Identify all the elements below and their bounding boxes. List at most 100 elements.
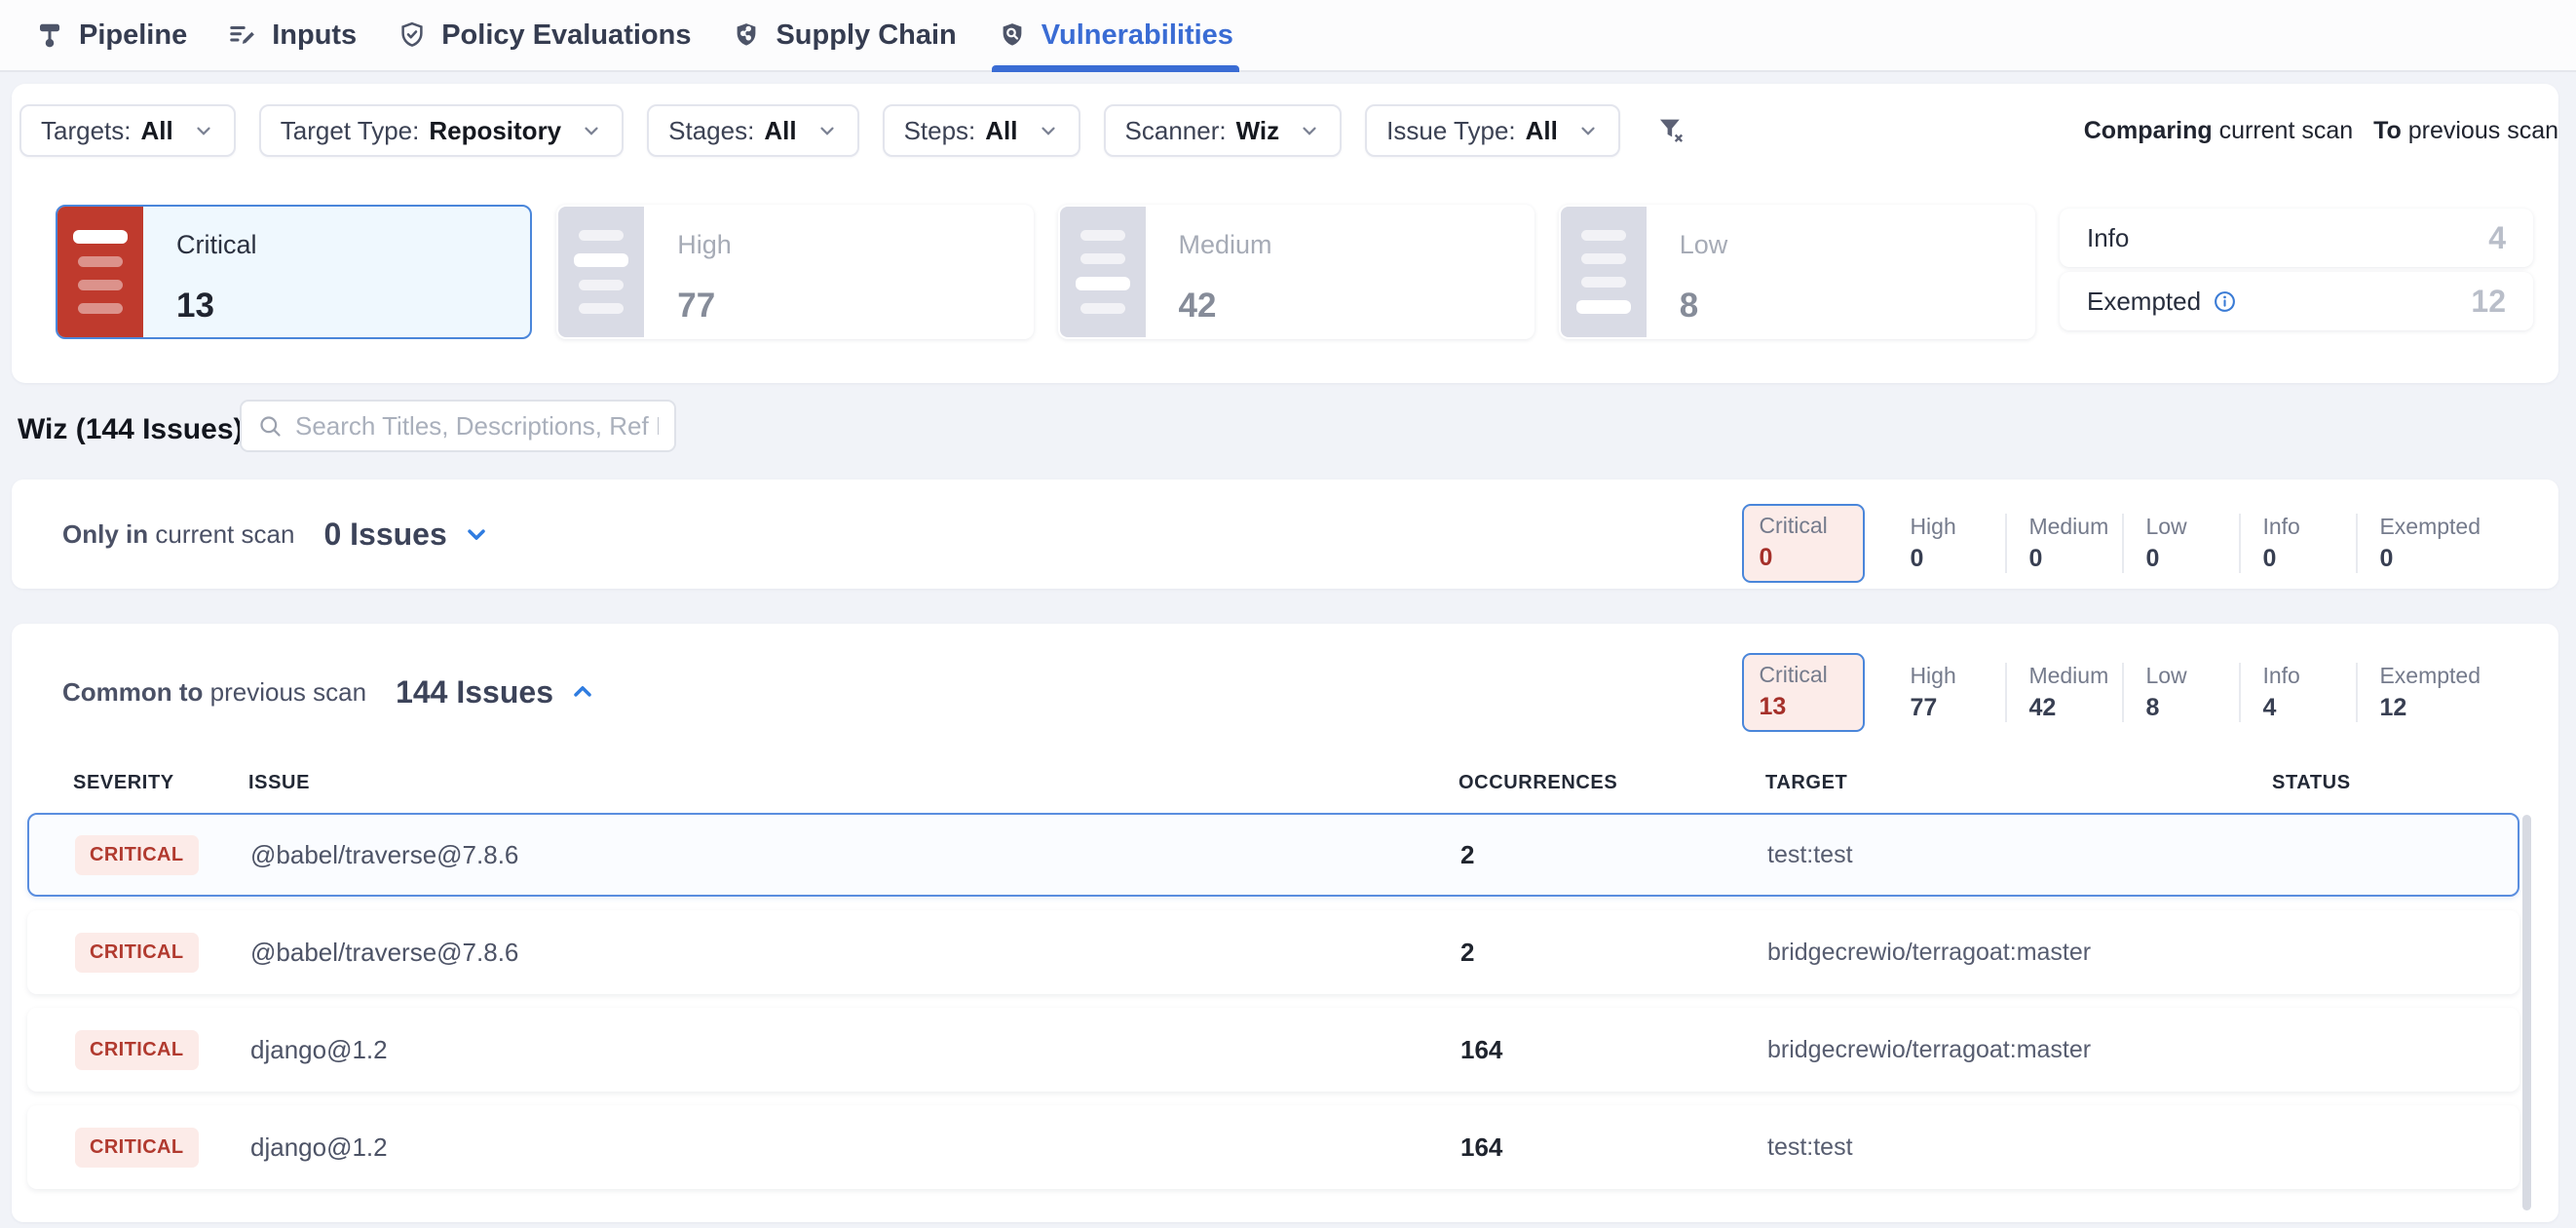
- count-value: 0: [1910, 545, 2005, 573]
- filter-targets[interactable]: Targets: All: [19, 104, 236, 157]
- search-icon: [257, 413, 284, 440]
- count-info[interactable]: Info 4: [2239, 663, 2356, 722]
- issue-cell: django@1.2: [250, 1035, 1460, 1065]
- issue-cell: @babel/traverse@7.8.6: [250, 840, 1460, 870]
- severity-card-count: 12: [2471, 284, 2506, 320]
- severity-card-label: Critical: [176, 230, 257, 260]
- severity-level-icon: [1060, 207, 1146, 337]
- filter-stages[interactable]: Stages: All: [647, 104, 858, 157]
- tab-inputs[interactable]: Inputs: [228, 0, 357, 70]
- tab-pipeline[interactable]: Pipeline: [35, 0, 187, 70]
- chevron-up-icon[interactable]: [569, 678, 596, 706]
- comparison-prefix: Comparing: [2084, 117, 2213, 144]
- count-critical[interactable]: Critical 0: [1742, 504, 1865, 583]
- column-header-issue: ISSUE: [248, 772, 1458, 794]
- vertical-scrollbar[interactable]: [2522, 815, 2531, 1210]
- comparison-previous: previous scan: [2408, 117, 2558, 144]
- severity-badge: CRITICAL: [75, 933, 199, 973]
- pipeline-icon: [35, 20, 64, 50]
- severity-level-icon: [1561, 207, 1647, 337]
- count-high[interactable]: High 77: [1888, 663, 2005, 722]
- target-cell: test:test: [1767, 1133, 2274, 1162]
- count-medium[interactable]: Medium 42: [2005, 663, 2122, 722]
- count-exempted[interactable]: Exempted 0: [2356, 514, 2481, 573]
- group-header[interactable]: Common to previous scan 144 Issues: [62, 647, 596, 737]
- group-title-rest: previous scan: [210, 677, 366, 707]
- count-high[interactable]: High 0: [1888, 514, 2005, 573]
- tab-label: Vulnerabilities: [1042, 19, 1233, 52]
- count-value: 0: [2379, 545, 2481, 573]
- count-label: Low: [2145, 663, 2239, 689]
- filter-steps[interactable]: Steps: All: [883, 104, 1080, 157]
- table-row[interactable]: CRITICAL @babel/traverse@7.8.6 2 bridgec…: [27, 910, 2519, 994]
- supply-chain-shield-icon: [732, 20, 761, 50]
- issue-cell: @babel/traverse@7.8.6: [250, 938, 1460, 968]
- severity-card-critical[interactable]: Critical 13: [56, 205, 532, 339]
- count-low[interactable]: Low 8: [2122, 663, 2239, 722]
- severity-badge: CRITICAL: [75, 1030, 199, 1070]
- search-input[interactable]: [295, 411, 659, 441]
- severity-card-count: 42: [1179, 287, 1272, 326]
- chevron-down-icon: [816, 120, 838, 141]
- occurrences-cell: 2: [1460, 938, 1767, 968]
- chevron-down-icon: [581, 120, 602, 141]
- count-label: Medium: [2028, 663, 2122, 689]
- side-cards-column: Info 4 Exempted 12: [2060, 205, 2533, 339]
- count-low[interactable]: Low 0: [2122, 514, 2239, 573]
- tab-label: Policy Evaluations: [441, 19, 691, 52]
- comparison-current: current scan: [2219, 117, 2354, 144]
- severity-card-exempted[interactable]: Exempted 12: [2060, 272, 2533, 330]
- table-row[interactable]: CRITICAL @babel/traverse@7.8.6 2 test:te…: [27, 813, 2519, 897]
- count-value: 42: [2028, 694, 2122, 722]
- count-label: Info: [2262, 514, 2356, 540]
- scanner-section-title: Wiz (144 Issues): [18, 413, 244, 446]
- severity-card-medium[interactable]: Medium 42: [1058, 205, 1534, 339]
- severity-card-low[interactable]: Low 8: [1559, 205, 2035, 339]
- severity-badge: CRITICAL: [75, 835, 199, 875]
- severity-card-info[interactable]: Info 4: [2060, 209, 2533, 267]
- group-only-current-scan: Only in current scan 0 Issues Critical 0…: [12, 480, 2558, 589]
- count-label: Critical: [1759, 662, 1863, 688]
- filter-scanner[interactable]: Scanner: Wiz: [1104, 104, 1343, 157]
- issue-cell: django@1.2: [250, 1132, 1460, 1163]
- count-label: Exempted: [2379, 514, 2481, 540]
- count-value: 0: [2262, 545, 2356, 573]
- severity-count-strip: Critical 13 High 77 Medium 42 Low 8 Info…: [1742, 653, 2481, 732]
- filter-value: Repository: [429, 116, 561, 146]
- filter-issue-type[interactable]: Issue Type: All: [1365, 104, 1620, 157]
- count-value: 0: [2145, 545, 2239, 573]
- table-row[interactable]: CRITICAL django@1.2 164 test:test: [27, 1105, 2519, 1189]
- table-row[interactable]: CRITICAL django@1.2 164 bridgecrewio/ter…: [27, 1008, 2519, 1092]
- severity-card-label: Low: [1680, 230, 1728, 260]
- group-common-previous-scan: Common to previous scan 144 Issues Criti…: [12, 624, 2558, 1222]
- group-issue-count: 144 Issues: [396, 674, 553, 710]
- inputs-icon: [228, 20, 257, 50]
- column-header-severity: SEVERITY: [73, 772, 248, 794]
- chevron-down-icon[interactable]: [463, 520, 490, 548]
- count-critical[interactable]: Critical 13: [1742, 653, 1865, 732]
- info-icon[interactable]: [2213, 289, 2237, 314]
- severity-card-label: Exempted: [2087, 287, 2201, 317]
- occurrences-cell: 164: [1460, 1035, 1767, 1065]
- severity-card-high[interactable]: High 77: [556, 205, 1033, 339]
- severity-card-label: Medium: [1179, 230, 1272, 260]
- filter-target-type[interactable]: Target Type: Repository: [259, 104, 624, 157]
- tab-policy-evaluations[interactable]: Policy Evaluations: [398, 0, 691, 70]
- group-title-rest: current scan: [155, 519, 294, 549]
- issue-search: [240, 400, 676, 452]
- count-label: Critical: [1759, 513, 1863, 539]
- filter-label: Scanner:: [1125, 116, 1227, 146]
- count-exempted[interactable]: Exempted 12: [2356, 663, 2481, 722]
- count-info[interactable]: Info 0: [2239, 514, 2356, 573]
- severity-count-strip: Critical 0 High 0 Medium 0 Low 0 Info 0 …: [1742, 504, 2481, 583]
- comparison-to: To: [2373, 117, 2402, 144]
- count-medium[interactable]: Medium 0: [2005, 514, 2122, 573]
- column-header-occurrences: OCCURRENCES: [1458, 772, 1765, 794]
- count-value: 0: [2028, 545, 2122, 573]
- clear-filters-icon[interactable]: [1655, 114, 1688, 147]
- tab-supply-chain[interactable]: Supply Chain: [732, 0, 956, 70]
- count-label: Info: [2262, 663, 2356, 689]
- tab-vulnerabilities[interactable]: Vulnerabilities: [998, 0, 1233, 70]
- filter-value: All: [1526, 116, 1558, 146]
- group-header[interactable]: Only in current scan 0 Issues: [62, 480, 490, 589]
